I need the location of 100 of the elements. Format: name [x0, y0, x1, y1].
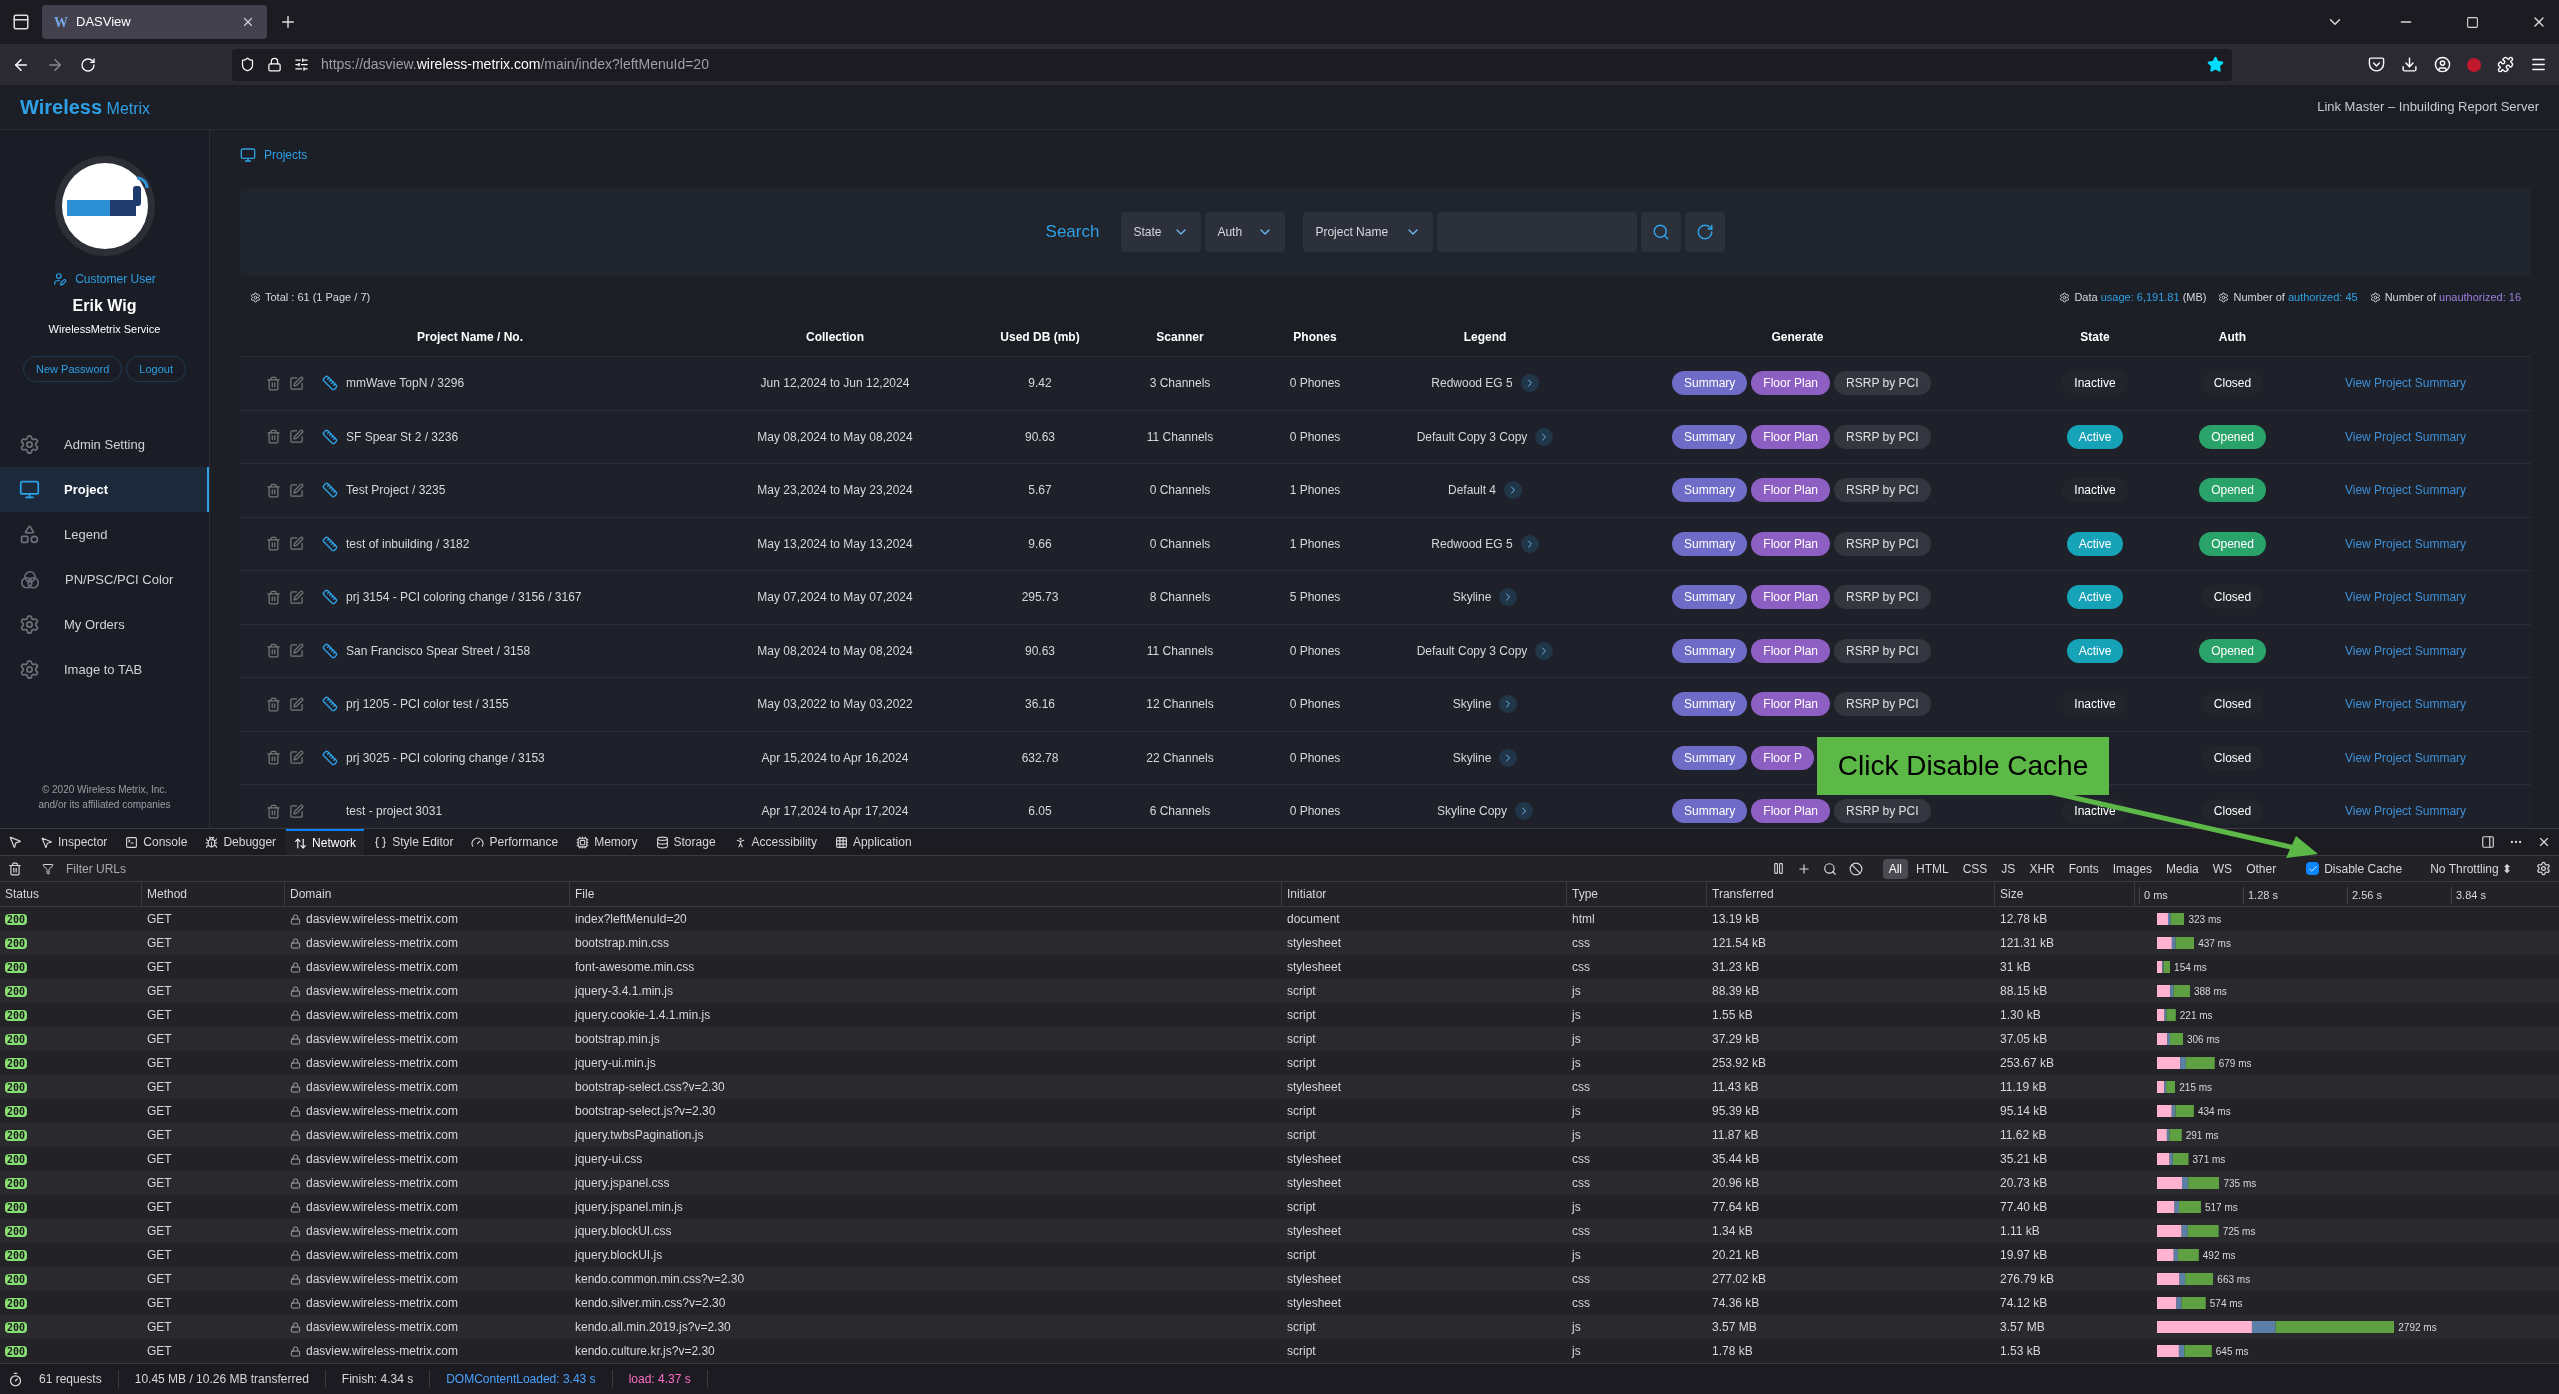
tab-list-icon[interactable]: [12, 13, 30, 31]
generate-button[interactable]: Floor Plan: [1751, 585, 1831, 610]
edit-icon[interactable]: [289, 643, 304, 659]
summary-link[interactable]: View Project Summary: [2344, 804, 2467, 819]
type-filter-button[interactable]: Fonts: [2062, 858, 2105, 879]
summary-link[interactable]: View Project Summary: [2344, 750, 2467, 765]
generate-button[interactable]: RSRP by PCI: [1834, 371, 1931, 396]
close-icon[interactable]: [2537, 835, 2551, 849]
generate-button[interactable]: RSRP by PCI: [1834, 478, 1931, 503]
summary-link[interactable]: View Project Summary: [2344, 536, 2467, 551]
picker-icon[interactable]: [8, 835, 22, 849]
trash-icon[interactable]: [266, 803, 281, 819]
refresh-button[interactable]: [1685, 212, 1726, 252]
sidebar-item[interactable]: My Orders: [0, 602, 209, 647]
dropdown[interactable]: State: [1121, 212, 1202, 252]
edit-icon[interactable]: [289, 482, 304, 498]
trash-icon[interactable]: [266, 696, 281, 712]
devtools-tab[interactable]: Performance: [463, 829, 567, 855]
generate-button[interactable]: Summary: [1672, 531, 1748, 556]
trash-icon[interactable]: [266, 750, 281, 766]
type-filter-button[interactable]: HTML: [1910, 858, 1955, 879]
extensions-icon[interactable]: [2497, 56, 2514, 73]
generate-button[interactable]: Summary: [1672, 424, 1748, 449]
generate-button[interactable]: Summary: [1672, 745, 1748, 770]
menu-icon[interactable]: [2530, 56, 2547, 73]
sidebar-item[interactable]: Image to TAB: [0, 647, 209, 692]
close-icon[interactable]: [241, 15, 255, 29]
generate-button[interactable]: RSRP by PCI: [1834, 638, 1931, 663]
devtools-tab[interactable]: Network: [286, 829, 365, 855]
generate-button[interactable]: Floor Plan: [1751, 692, 1831, 717]
generate-button[interactable]: Summary: [1672, 638, 1748, 663]
chevron-button[interactable]: [1520, 534, 1539, 553]
chevron-button[interactable]: [1499, 695, 1518, 714]
permissions-icon[interactable]: [294, 57, 309, 72]
edit-icon[interactable]: [289, 536, 304, 552]
generate-button[interactable]: Floor Plan: [1751, 371, 1831, 396]
browser-tab[interactable]: W DASView: [42, 5, 267, 39]
generate-button[interactable]: RSRP by PCI: [1834, 585, 1931, 610]
type-filter-button[interactable]: JS: [1995, 858, 2022, 879]
type-filter-button[interactable]: XHR: [2023, 858, 2061, 879]
throttling-dropdown[interactable]: No Throttling ⬍: [2430, 859, 2512, 878]
chevron-button[interactable]: [1504, 481, 1522, 500]
edit-icon[interactable]: [289, 589, 304, 605]
settings-icon[interactable]: [2536, 861, 2551, 876]
chevron-button[interactable]: [1499, 748, 1518, 767]
edit-icon[interactable]: [289, 429, 304, 445]
chevron-button[interactable]: [1515, 802, 1533, 821]
generate-button[interactable]: Floor P: [1751, 745, 1815, 770]
generate-button[interactable]: Floor Plan: [1751, 638, 1831, 663]
type-filter-button[interactable]: CSS: [1956, 858, 1994, 879]
generate-button[interactable]: Summary: [1672, 585, 1748, 610]
sidebar-item[interactable]: PN/PSC/PCI Color: [0, 557, 209, 602]
dock-icon[interactable]: [2481, 835, 2495, 849]
summary-link[interactable]: View Project Summary: [2344, 643, 2467, 658]
add-icon[interactable]: [1796, 861, 1811, 876]
sidebar-item[interactable]: Admin Setting: [0, 422, 209, 467]
generate-button[interactable]: Summary: [1672, 371, 1748, 396]
type-filter-button[interactable]: Images: [2106, 858, 2159, 879]
generate-button[interactable]: Floor Plan: [1751, 799, 1831, 824]
restore-icon[interactable]: [2466, 15, 2479, 29]
chevron-button[interactable]: [1499, 588, 1518, 607]
timer-icon[interactable]: [8, 1371, 23, 1387]
trash-icon[interactable]: [266, 643, 281, 659]
devtools-tab[interactable]: Console: [117, 829, 196, 855]
bookmark-star-icon[interactable]: [2207, 56, 2224, 73]
generate-button[interactable]: RSRP by PCI: [1834, 531, 1931, 556]
devtools-tab[interactable]: Application: [826, 829, 920, 855]
sidebar-item[interactable]: Legend: [0, 512, 209, 557]
url-field[interactable]: https://dasview.wireless-metrix.com/main/index?leftMenuId=20: [232, 48, 2232, 81]
generate-button[interactable]: RSRP by PCI: [1834, 799, 1931, 824]
trash-icon[interactable]: [266, 375, 281, 391]
edit-icon[interactable]: [289, 803, 304, 819]
trash-icon[interactable]: [266, 482, 281, 498]
chevron-button[interactable]: [1520, 374, 1539, 393]
filter-field[interactable]: Filter URLs: [66, 859, 366, 878]
search-icon[interactable]: [1822, 861, 1837, 876]
devtools-tab[interactable]: Storage: [647, 829, 724, 855]
checkbox-label[interactable]: Disable Cache: [2324, 859, 2403, 878]
generate-button[interactable]: Floor Plan: [1751, 478, 1831, 503]
breadcrumb-link[interactable]: Projects: [264, 146, 308, 164]
edit-icon[interactable]: [289, 696, 304, 712]
trash-icon[interactable]: [266, 429, 281, 445]
pause-icon[interactable]: [1771, 862, 1785, 875]
devtools-tab[interactable]: Style Editor: [366, 829, 462, 855]
chevron-button[interactable]: [1535, 641, 1554, 660]
lock-icon[interactable]: [267, 57, 282, 72]
type-filter-button[interactable]: WS: [2206, 858, 2239, 879]
generate-button[interactable]: Summary: [1672, 478, 1748, 503]
generate-button[interactable]: RSRP by PCI: [1834, 692, 1931, 717]
generate-button[interactable]: RSRP by PCI: [1834, 424, 1931, 449]
type-filter-button[interactable]: Media: [2160, 858, 2205, 879]
trash-icon[interactable]: [266, 589, 281, 605]
dropdown[interactable]: Project Name: [1303, 212, 1434, 252]
generate-button[interactable]: Summary: [1672, 799, 1748, 824]
clear-icon[interactable]: [8, 861, 22, 876]
summary-link[interactable]: View Project Summary: [2344, 483, 2467, 498]
search-button[interactable]: [1641, 212, 1682, 252]
devtools-tab[interactable]: Accessibility: [725, 829, 825, 855]
sidebar-item[interactable]: Project: [0, 467, 209, 512]
block-icon[interactable]: [1848, 861, 1863, 876]
